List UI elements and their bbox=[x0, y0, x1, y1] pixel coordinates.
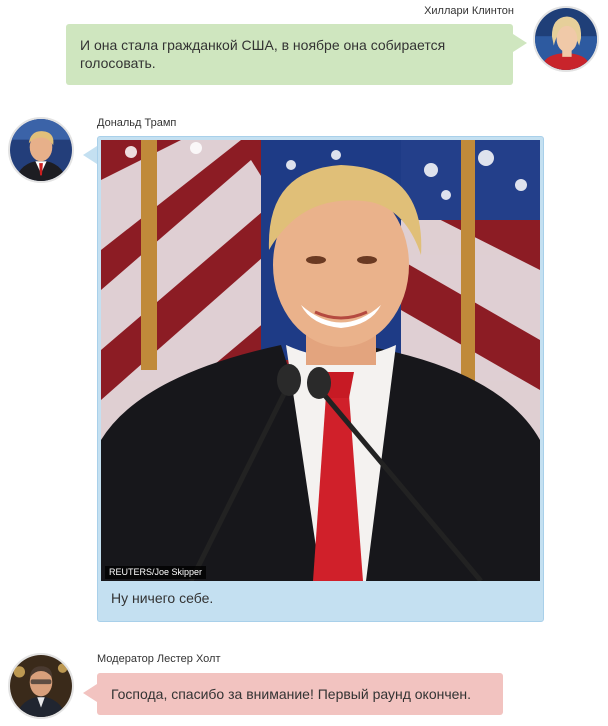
speaker-photo-image bbox=[101, 140, 540, 581]
speaker-avatar[interactable] bbox=[8, 653, 74, 719]
message-text: Ну ничего себе. bbox=[111, 590, 214, 606]
avatar-portrait-icon bbox=[10, 655, 72, 717]
message-bubble: И она стала гражданкой США, в ноябре она… bbox=[66, 24, 513, 85]
message-bubble: Господа, спасибо за внимание! Первый рау… bbox=[97, 673, 503, 715]
bubble-tail bbox=[513, 34, 527, 52]
speaker-name: Хиллари Клинтон bbox=[424, 5, 514, 17]
avatar-portrait-icon bbox=[10, 119, 72, 181]
message-bubble: REUTERS/Joe Skipper Ну ничего себе. bbox=[97, 136, 544, 622]
speaker-avatar[interactable] bbox=[533, 6, 599, 72]
bubble-tail bbox=[83, 146, 97, 164]
attached-photo[interactable]: REUTERS/Joe Skipper bbox=[101, 140, 540, 581]
speaker-name: Модератор Лестер Холт bbox=[97, 653, 221, 665]
speaker-name: Дональд Трамп bbox=[97, 117, 177, 129]
photo-credit: REUTERS/Joe Skipper bbox=[105, 566, 207, 579]
bubble-tail bbox=[83, 684, 97, 702]
speaker-avatar[interactable] bbox=[8, 117, 74, 183]
avatar-portrait-icon bbox=[535, 8, 597, 70]
